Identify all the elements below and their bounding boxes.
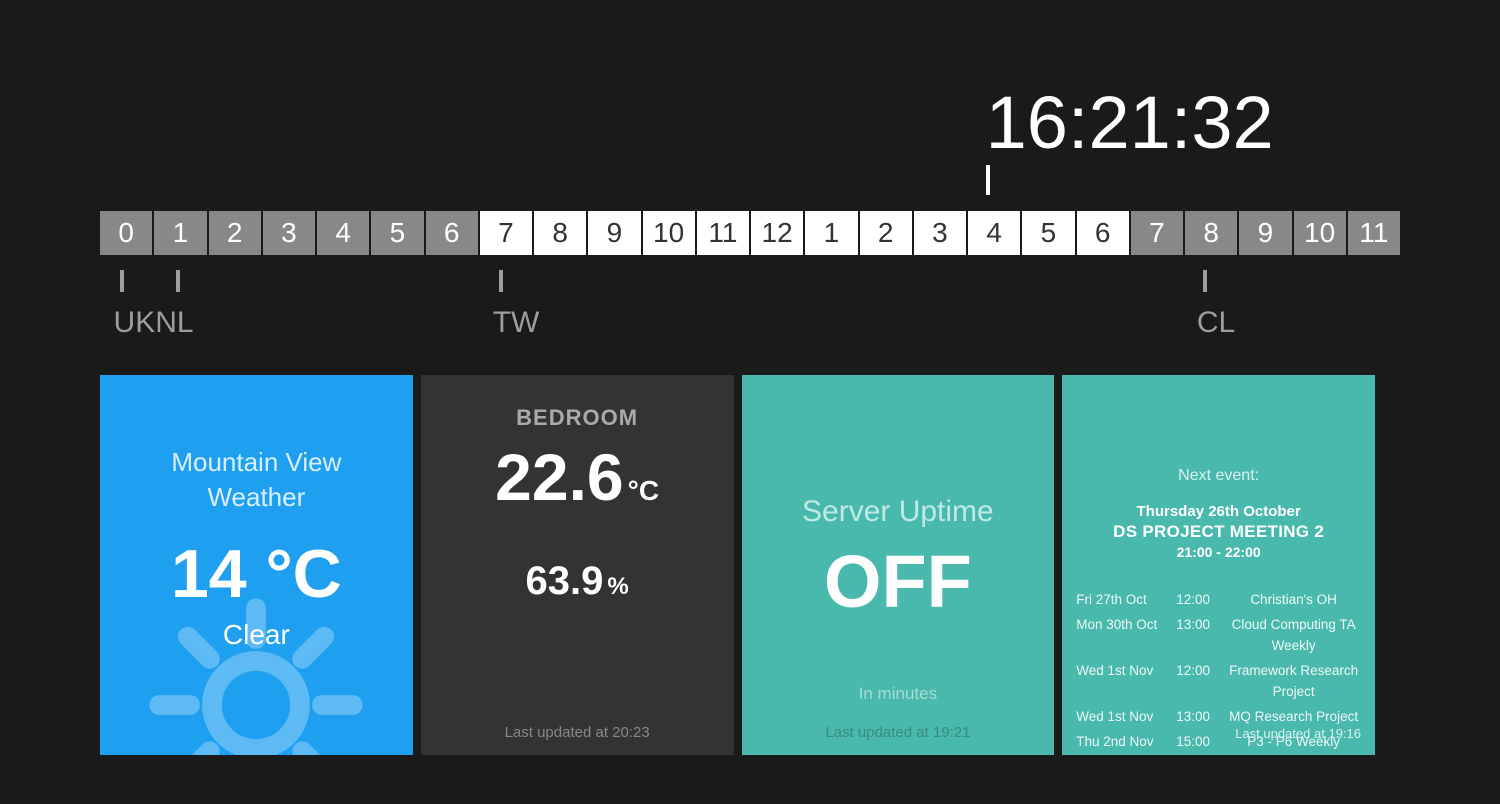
hour-cell: 11 [1348, 211, 1400, 255]
hour-cell: 2 [860, 211, 914, 255]
hour-cell: 8 [1185, 211, 1239, 255]
card-uptime[interactable]: Server Uptime OFF In minutes Last update… [742, 375, 1055, 755]
clock-time: 16:21:32 [986, 80, 1274, 165]
hour-cell: 6 [426, 211, 480, 255]
event-time: 13:00 [1176, 707, 1216, 728]
room-label: BEDROOM [421, 405, 734, 431]
event-name: Christian's OH [1226, 590, 1361, 611]
event-time: 12:00 [1176, 590, 1216, 611]
hour-cell: 12 [751, 211, 805, 255]
weather-title-line1: Mountain View [171, 447, 341, 477]
event-time: 12:00 [1176, 661, 1216, 703]
uptime-value: OFF [742, 539, 1055, 624]
hour-cell: 10 [1294, 211, 1348, 255]
hour-cell: 0 [100, 211, 154, 255]
event-name: Cloud Computing TA Weekly [1226, 615, 1361, 657]
events-heading: Next event: [1062, 467, 1375, 485]
hour-cell: 9 [588, 211, 642, 255]
hour-cell: 10 [643, 211, 697, 255]
events-updated: Last updated at 19:16 [1235, 726, 1361, 741]
next-event-name: DS PROJECT MEETING 2 [1062, 522, 1375, 542]
card-weather[interactable]: Mountain View Weather 14 °C Clear [100, 375, 413, 755]
event-name: MQ Research Project [1226, 707, 1361, 728]
room-humidity-value: 63.9 [526, 559, 604, 603]
event-row: Fri 27th Oct 12:00 Christian's OH [1072, 588, 1365, 613]
room-humidity: 63.9% [421, 559, 734, 604]
event-date: Thu 2nd Nov [1076, 732, 1166, 755]
event-date: Wed 1st Nov [1076, 707, 1166, 728]
hour-cell: 2 [209, 211, 263, 255]
hour-cell: 5 [1022, 211, 1076, 255]
room-temp-value: 22.6 [495, 440, 623, 514]
weather-title: Mountain View Weather [100, 445, 413, 515]
event-date: Fri 27th Oct [1076, 590, 1166, 611]
hour-cell: 3 [263, 211, 317, 255]
event-date: Wed 1st Nov [1076, 661, 1166, 703]
hour-cell: 11 [697, 211, 751, 255]
hour-cell: 5 [371, 211, 425, 255]
timezone-labels: UKNL TW CL [100, 270, 1400, 350]
hour-cell: 1 [805, 211, 859, 255]
hour-cell: 6 [1077, 211, 1131, 255]
hour-timeline: 01234567891011121234567891011 [100, 211, 1400, 255]
event-name: Framework Research Project [1226, 661, 1361, 703]
room-humidity-unit: % [607, 573, 628, 600]
tz-label-cl: CL [1197, 270, 1235, 340]
next-event-time: 21:00 - 22:00 [1062, 544, 1375, 560]
event-row: Wed 1st Nov12:00Framework Research Proje… [1072, 659, 1365, 705]
room-temp: 22.6°C [421, 439, 734, 515]
tz-label-tw: TW [493, 270, 540, 340]
hour-cell: 3 [914, 211, 968, 255]
card-bedroom[interactable]: BEDROOM 22.6°C 63.9% Last updated at 20:… [421, 375, 734, 755]
uptime-title: Server Uptime [742, 495, 1055, 529]
hour-cell: 1 [154, 211, 208, 255]
tz-label-uknl: UKNL [114, 270, 194, 340]
room-temp-unit: °C [628, 475, 659, 506]
hour-cell: 7 [1131, 211, 1185, 255]
hour-cell: 8 [534, 211, 588, 255]
weather-title-line2: Weather [207, 482, 305, 512]
next-event-date: Thursday 26th October [1062, 503, 1375, 520]
event-time: 15:00 [1176, 732, 1216, 755]
hour-cell: 4 [968, 211, 1022, 255]
card-events[interactable]: Next event: Thursday 26th October DS PRO… [1062, 375, 1375, 755]
room-updated: Last updated at 20:23 [421, 724, 734, 741]
hour-cell: 9 [1239, 211, 1293, 255]
uptime-updated: Last updated at 19:21 [742, 724, 1055, 741]
event-row: Mon 30th Oct13:00Cloud Computing TA Week… [1072, 613, 1365, 659]
sun-icon [146, 595, 366, 755]
hour-cell: 7 [480, 211, 534, 255]
uptime-sub: In minutes [742, 684, 1055, 704]
cards-row: Mountain View Weather 14 °C Clear BEDROO… [100, 375, 1375, 755]
clock-indicator [986, 165, 990, 195]
hour-cell: 4 [317, 211, 371, 255]
event-date: Mon 30th Oct [1076, 615, 1166, 657]
event-time: 13:00 [1176, 615, 1216, 657]
